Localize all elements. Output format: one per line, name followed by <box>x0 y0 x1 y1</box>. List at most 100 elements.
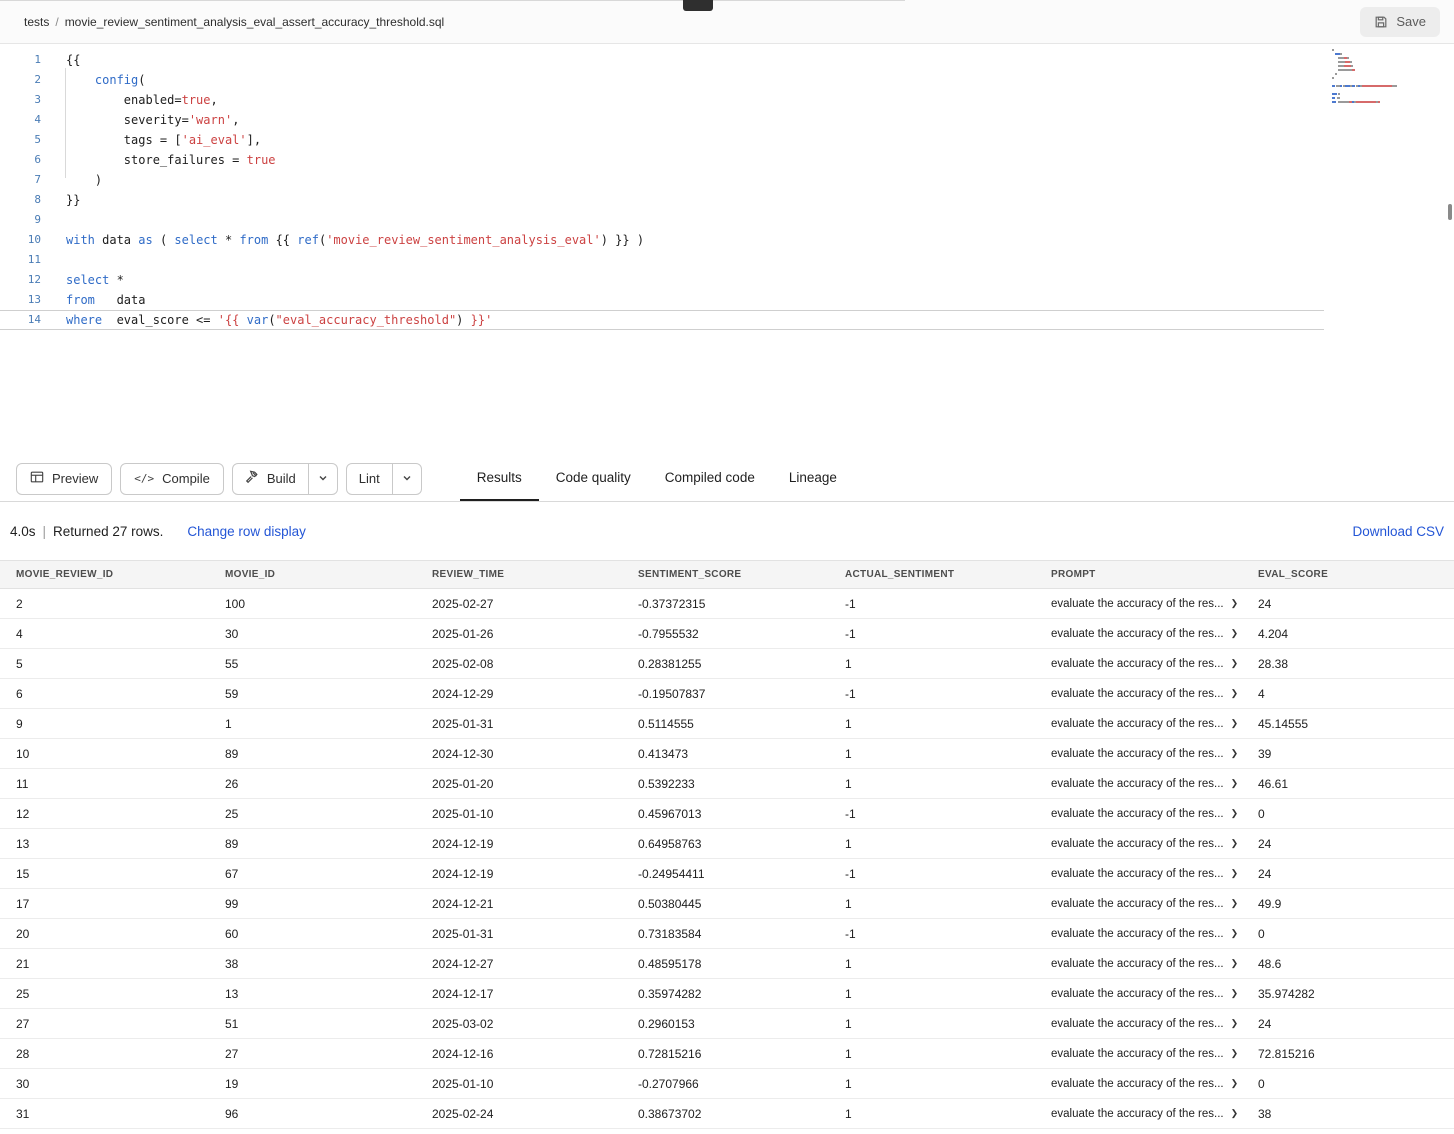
cell-prompt[interactable]: evaluate the accuracy of the res...❯ <box>1051 658 1258 670</box>
cell-actual_sentiment: -1 <box>845 867 1051 881</box>
compile-button[interactable]: </> Compile <box>120 463 224 495</box>
code-line[interactable]: 7 ) <box>0 170 1324 190</box>
cell-prompt[interactable]: evaluate the accuracy of the res...❯ <box>1051 1108 1258 1120</box>
cell-actual_sentiment: 1 <box>845 957 1051 971</box>
preview-button[interactable]: Preview <box>16 463 112 495</box>
breadcrumb-folder[interactable]: tests <box>24 15 49 29</box>
expand-cell-icon[interactable]: ❯ <box>1231 898 1239 909</box>
expand-cell-icon[interactable]: ❯ <box>1231 718 1239 729</box>
minimap-line <box>1332 89 1444 92</box>
query-duration: 4.0s <box>10 524 36 539</box>
expand-cell-icon[interactable]: ❯ <box>1231 688 1239 699</box>
expand-cell-icon[interactable]: ❯ <box>1231 988 1239 999</box>
build-dropdown-toggle[interactable] <box>308 464 337 494</box>
expand-cell-icon[interactable]: ❯ <box>1231 628 1239 639</box>
cell-prompt[interactable]: evaluate the accuracy of the res...❯ <box>1051 928 1258 940</box>
chevron-down-icon <box>318 470 328 488</box>
minimap[interactable] <box>1332 49 1444 105</box>
build-button[interactable]: Build <box>233 464 308 494</box>
cell-prompt[interactable]: evaluate the accuracy of the res...❯ <box>1051 628 1258 640</box>
prompt-preview-text: evaluate the accuracy of the res... <box>1051 1048 1224 1060</box>
table-row: 21002025-02-27-0.37372315-1evaluate the … <box>0 589 1454 619</box>
code-line[interactable]: 8}} <box>0 190 1324 210</box>
expand-cell-icon[interactable]: ❯ <box>1231 958 1239 969</box>
expand-cell-icon[interactable]: ❯ <box>1231 808 1239 819</box>
table-row: 15672024-12-19-0.24954411-1evaluate the … <box>0 859 1454 889</box>
code-line[interactable]: 14where eval_score <= '{{ var("eval_accu… <box>0 310 1324 330</box>
code-line[interactable]: 5 tags = ['ai_eval'], <box>0 130 1324 150</box>
cell-prompt[interactable]: evaluate the accuracy of the res...❯ <box>1051 898 1258 910</box>
code-line[interactable]: 12select * <box>0 270 1324 290</box>
cell-review_time: 2025-02-08 <box>432 657 638 671</box>
expand-cell-icon[interactable]: ❯ <box>1231 928 1239 939</box>
save-button[interactable]: Save <box>1360 7 1440 37</box>
download-csv-link[interactable]: Download CSV <box>1352 524 1444 539</box>
minimap-line <box>1332 85 1444 88</box>
lint-button-label: Lint <box>359 471 380 486</box>
cell-prompt[interactable]: evaluate the accuracy of the res...❯ <box>1051 1018 1258 1030</box>
cell-prompt[interactable]: evaluate the accuracy of the res...❯ <box>1051 958 1258 970</box>
cell-sentiment_score: 0.72815216 <box>638 1047 845 1061</box>
code-line[interactable]: 11 <box>0 250 1324 270</box>
table-row: 4302025-01-26-0.7955532-1evaluate the ac… <box>0 619 1454 649</box>
expand-cell-icon[interactable]: ❯ <box>1231 598 1239 609</box>
cell-sentiment_score: 0.73183584 <box>638 927 845 941</box>
editor-scrollbar-thumb[interactable] <box>1448 204 1452 220</box>
tab-code-quality[interactable]: Code quality <box>539 456 648 501</box>
expand-cell-icon[interactable]: ❯ <box>1231 868 1239 879</box>
cell-prompt[interactable]: evaluate the accuracy of the res...❯ <box>1051 598 1258 610</box>
code-line[interactable]: 4 severity='warn', <box>0 110 1324 130</box>
code-line[interactable]: 13from data <box>0 290 1324 310</box>
code-line[interactable]: 6 store_failures = true <box>0 150 1324 170</box>
cell-prompt[interactable]: evaluate the accuracy of the res...❯ <box>1051 688 1258 700</box>
cell-sentiment_score: -0.19507837 <box>638 687 845 701</box>
cell-movie_review_id: 21 <box>16 957 225 971</box>
cell-prompt[interactable]: evaluate the accuracy of the res... ❯ <box>1051 718 1258 730</box>
cell-prompt[interactable]: evaluate the accuracy of the res...❯ <box>1051 808 1258 820</box>
cell-sentiment_score: 0.38673702 <box>638 1107 845 1121</box>
expand-cell-icon[interactable]: ❯ <box>1231 1018 1239 1029</box>
lint-dropdown-toggle[interactable] <box>392 464 421 494</box>
save-button-label: Save <box>1396 14 1426 29</box>
expand-cell-icon[interactable]: ❯ <box>1231 1108 1239 1119</box>
cell-prompt[interactable]: evaluate the accuracy of the res...❯ <box>1051 778 1258 790</box>
code-editor[interactable]: 1{{2 config(3 enabled=true,4 severity='w… <box>0 44 1454 456</box>
cell-prompt[interactable]: evaluate the accuracy of the res...❯ <box>1051 838 1258 850</box>
tab-results[interactable]: Results <box>460 456 539 501</box>
cell-movie_review_id: 11 <box>16 777 225 791</box>
expand-cell-icon[interactable]: ❯ <box>1231 1078 1239 1089</box>
code-line[interactable]: 3 enabled=true, <box>0 90 1324 110</box>
expand-cell-icon[interactable]: ❯ <box>1231 838 1239 849</box>
code-line[interactable]: 2 config( <box>0 70 1324 90</box>
cell-movie_id: 100 <box>225 597 432 611</box>
expand-cell-icon[interactable]: ❯ <box>1231 748 1239 759</box>
cell-prompt[interactable]: evaluate the accuracy of the res...❯ <box>1051 748 1258 760</box>
lint-button[interactable]: Lint <box>347 464 392 494</box>
expand-cell-icon[interactable]: ❯ <box>1231 778 1239 789</box>
change-row-display-link[interactable]: Change row display <box>187 524 306 539</box>
cell-prompt[interactable]: evaluate the accuracy of the res...❯ <box>1051 988 1258 1000</box>
cell-movie_review_id: 27 <box>16 1017 225 1031</box>
results-body: 21002025-02-27-0.37372315-1evaluate the … <box>0 589 1454 1129</box>
table-row: 11262025-01-200.53922331evaluate the acc… <box>0 769 1454 799</box>
expand-cell-icon[interactable]: ❯ <box>1231 658 1239 669</box>
build-button-label: Build <box>267 471 296 486</box>
tab-lineage[interactable]: Lineage <box>772 456 854 501</box>
cell-review_time: 2025-02-27 <box>432 597 638 611</box>
cell-eval_score: 49.9 <box>1258 897 1454 911</box>
cell-sentiment_score: 0.5114555 <box>638 717 845 731</box>
cell-prompt[interactable]: evaluate the accuracy of the res...❯ <box>1051 868 1258 880</box>
code-line[interactable]: 9 <box>0 210 1324 230</box>
cell-prompt[interactable]: evaluate the accuracy of the res... ❯ <box>1051 1048 1258 1060</box>
tab-compiled-code[interactable]: Compiled code <box>648 456 772 501</box>
expand-cell-icon[interactable]: ❯ <box>1231 1048 1239 1059</box>
code-line[interactable]: 10with data as ( select * from {{ ref('m… <box>0 230 1324 250</box>
code-line[interactable]: 1{{ <box>0 50 1324 70</box>
column-header-prompt: PROMPT <box>1051 569 1258 580</box>
cell-actual_sentiment: 1 <box>845 1047 1051 1061</box>
cell-prompt[interactable]: evaluate the accuracy of the res...❯ <box>1051 1078 1258 1090</box>
action-toolbar: Preview </> Compile Build <box>0 456 1454 502</box>
cell-movie_review_id: 20 <box>16 927 225 941</box>
prompt-preview-text: evaluate the accuracy of the res... <box>1051 718 1224 730</box>
cell-movie_id: 55 <box>225 657 432 671</box>
